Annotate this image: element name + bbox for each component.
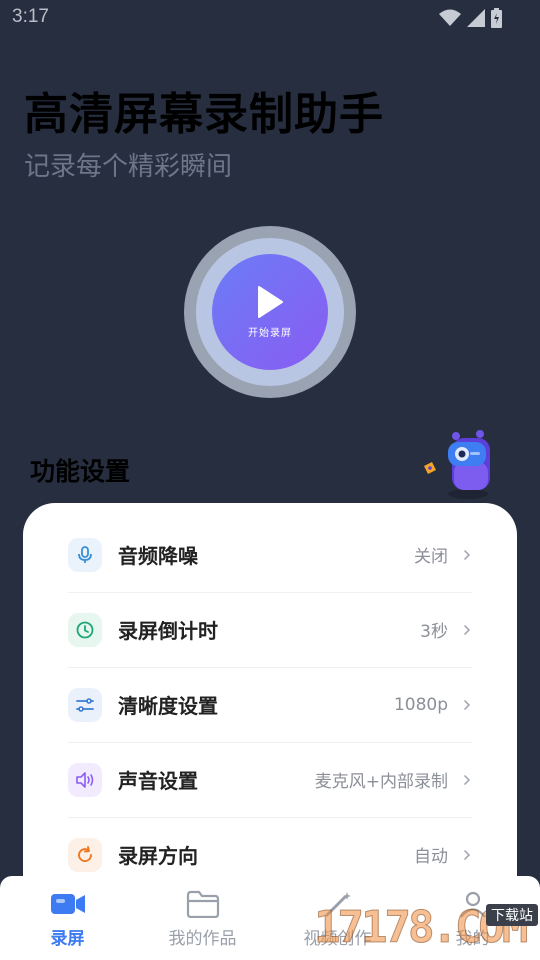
setting-value: 1080p xyxy=(393,694,448,715)
chevron-right-icon xyxy=(464,849,471,860)
rotate-icon xyxy=(68,837,102,872)
setting-row-sound-settings[interactable]: 声音设置 麦克风+内部录制 xyxy=(68,742,472,817)
setting-row-resolution-settings[interactable]: 清晰度设置 1080p xyxy=(68,667,472,742)
record-button-core: 开始录屏 xyxy=(212,254,328,370)
battery-icon xyxy=(491,8,502,28)
page-title: 高清屏幕录制助手 xyxy=(24,89,384,140)
tab-my-works[interactable]: 我的作品 xyxy=(135,876,270,960)
video-camera-icon xyxy=(50,894,85,914)
speaker-icon xyxy=(68,762,102,797)
folder-icon xyxy=(186,890,219,918)
setting-row-audio-denoise[interactable]: 音频降噪 关闭 xyxy=(68,517,472,592)
profile-icon xyxy=(459,891,486,918)
microphone-icon xyxy=(68,537,102,572)
tab-profile[interactable]: 我的 xyxy=(405,876,540,960)
bottom-tab-bar: 录屏 我的作品 视频创作 我的 xyxy=(0,876,540,960)
magic-wand-icon xyxy=(325,892,351,917)
tab-video-create[interactable]: 视频创作 xyxy=(270,876,405,960)
tab-label: 视频创作 xyxy=(303,929,372,949)
setting-label: 清晰度设置 xyxy=(118,694,218,718)
tab-label: 我的作品 xyxy=(168,929,237,949)
chevron-right-icon xyxy=(464,624,471,635)
page-subtitle: 记录每个精彩瞬间 xyxy=(24,152,233,182)
setting-value: 3秒 xyxy=(420,622,448,642)
status-icons xyxy=(439,8,502,28)
setting-label: 录屏倒计时 xyxy=(118,619,218,643)
sliders-icon xyxy=(68,687,102,722)
section-title: 功能设置 xyxy=(30,457,131,486)
chevron-right-icon xyxy=(464,699,471,710)
setting-label: 音频降噪 xyxy=(118,544,198,568)
setting-value: 自动 xyxy=(414,847,448,867)
chevron-right-icon xyxy=(464,774,471,785)
chevron-right-icon xyxy=(464,549,471,560)
setting-value: 关闭 xyxy=(414,547,448,567)
record-button-label: 开始录屏 xyxy=(248,327,292,339)
setting-label: 录屏方向 xyxy=(118,844,198,868)
play-icon xyxy=(258,285,283,318)
status-time: 3:17 xyxy=(12,6,49,27)
robot-mascot-icon xyxy=(424,430,490,499)
signal-icon xyxy=(467,9,485,27)
record-button-ring: 开始录屏 xyxy=(196,238,344,386)
setting-value: 麦克风+内部录制 xyxy=(314,772,448,792)
clock-icon xyxy=(68,612,102,647)
setting-label: 声音设置 xyxy=(118,769,198,793)
status-bar: 3:17 xyxy=(0,0,540,36)
setting-row-record-countdown[interactable]: 录屏倒计时 3秒 xyxy=(68,592,472,667)
start-record-button[interactable]: 开始录屏 xyxy=(184,226,356,398)
tab-label: 录屏 xyxy=(50,929,85,949)
wifi-icon xyxy=(439,9,461,26)
tab-label: 我的 xyxy=(455,929,490,949)
tab-record[interactable]: 录屏 xyxy=(0,876,135,960)
